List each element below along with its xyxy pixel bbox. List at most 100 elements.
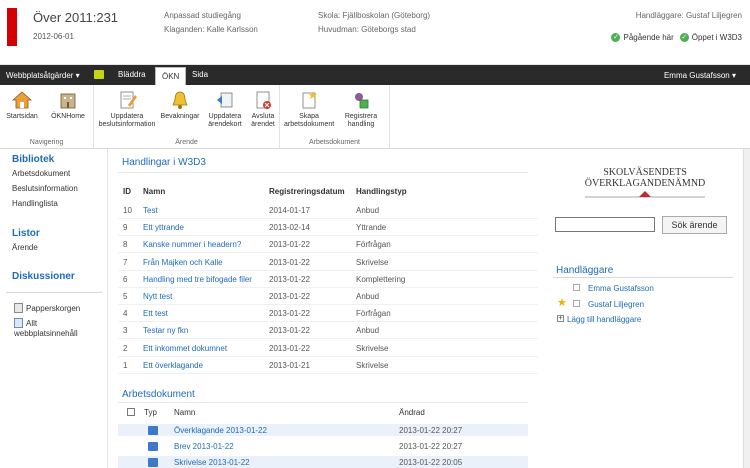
row-divider	[118, 270, 538, 271]
handler-emma[interactable]: Emma Gustafsson	[588, 284, 654, 293]
document-name[interactable]: Ett överklagande	[143, 361, 203, 370]
handlers-heading: Handläggare	[556, 265, 614, 276]
home-icon	[11, 91, 33, 109]
handler-checkbox[interactable]	[573, 284, 580, 291]
site-actions-menu[interactable]: Webbplatsåtgärder ▾	[6, 71, 80, 80]
column-header-id[interactable]: ID	[123, 187, 131, 196]
select-all-checkbox[interactable]	[127, 408, 135, 416]
close-case-button[interactable]: Avsluta ärendet	[248, 89, 278, 129]
ribbon-group-label: Arbetsdokument	[309, 139, 360, 146]
page-scrollbar[interactable]	[743, 149, 750, 468]
ribbon-group-label: Ärende	[175, 139, 198, 146]
search-case-button[interactable]: Sök ärende	[662, 216, 727, 234]
update-decision-info-button[interactable]: Uppdatera beslutsinformation	[96, 89, 158, 129]
nav-item-doclist[interactable]: Handlinglista	[12, 199, 58, 208]
nav-head-discussions[interactable]: Diskussioner	[12, 271, 75, 282]
row-divider	[118, 321, 538, 322]
document-id: 5	[123, 292, 128, 301]
column-header-changed[interactable]: Ändrad	[399, 408, 425, 417]
section-title-documents: Handlingar i W3D3	[122, 157, 206, 168]
workdoc-name[interactable]: Överklagande 2013-01-22	[174, 426, 267, 435]
column-header-name[interactable]: Namn	[143, 187, 165, 196]
column-header-type[interactable]: Typ	[144, 408, 157, 417]
handler-checkbox[interactable]	[573, 300, 580, 307]
workdoc-name[interactable]: Skrivelse 2013-01-22	[174, 458, 250, 467]
nav-item-case[interactable]: Ärende	[12, 243, 38, 252]
case-handler: Handläggare: Gustaf Liljegren	[635, 11, 742, 20]
document-name[interactable]: Ett inkommet dokumnet	[143, 344, 227, 353]
document-type: Skrivelse	[356, 361, 389, 370]
folder-icon[interactable]	[94, 70, 104, 79]
document-id: 4	[123, 309, 128, 318]
row-divider	[118, 287, 538, 288]
update-case-card-button[interactable]: Uppdatera ärendekort	[202, 89, 248, 129]
word-document-icon	[148, 442, 158, 451]
register-document-button[interactable]: Registrera handling	[336, 89, 386, 129]
ribbon-group-case: Uppdatera beslutsinformation Bevakningar…	[94, 85, 280, 149]
left-navigation: Bibliotek Arbetsdokument Beslutsinformat…	[0, 149, 108, 468]
document-type: Skrivelse	[356, 344, 389, 353]
nav-item-workdocs[interactable]: Arbetsdokument	[12, 169, 70, 178]
document-name[interactable]: Ett yttrande	[143, 223, 184, 232]
row-divider	[118, 252, 538, 253]
document-name[interactable]: Ett test	[143, 309, 168, 318]
status-open[interactable]: Öppet i W3D3	[692, 33, 742, 42]
create-workdoc-button[interactable]: Skapa arbetsdokument	[284, 89, 334, 129]
section-divider	[118, 402, 528, 403]
document-type: Förfrågan	[356, 309, 391, 318]
document-name[interactable]: Handling med tre bifogade filer	[143, 275, 252, 284]
logo-emblem-icon	[585, 191, 705, 198]
nav-item-allcontent[interactable]: Allt	[26, 319, 37, 328]
document-name[interactable]: Kanske nummer i headern?	[143, 240, 241, 249]
building-icon	[60, 93, 76, 109]
document-regdate: 2013-01-22	[269, 258, 310, 267]
handler-gustaf[interactable]: Gustaf Liljegren	[588, 300, 644, 309]
tab-browse[interactable]: Bläddra	[112, 65, 152, 85]
okn-home-button[interactable]: ÖKNHome	[46, 89, 90, 121]
tab-page[interactable]: Sida	[186, 65, 214, 85]
word-document-icon	[148, 458, 158, 467]
add-icon: +	[557, 315, 564, 322]
document-type: Komplettering	[356, 275, 406, 284]
add-handler-link[interactable]: Lägg till handläggare	[567, 315, 641, 324]
nav-item-allcontent-2[interactable]: webbplatsinnehåll	[14, 329, 78, 338]
user-menu[interactable]: Emma Gustafsson ▾	[664, 71, 736, 80]
document-regdate: 2013-01-22	[269, 326, 310, 335]
star-icon: ★	[557, 297, 567, 309]
home-button[interactable]: Startsidan	[2, 89, 42, 121]
table-row[interactable]: Skrivelse 2013-01-22 2013-01-22 20:05	[118, 456, 528, 468]
row-divider	[118, 373, 538, 374]
case-marker	[7, 8, 17, 46]
document-name[interactable]: Testar ny fkn	[143, 326, 188, 335]
workdoc-name[interactable]: Brev 2013-01-22	[174, 442, 234, 451]
case-search-input[interactable]	[555, 217, 655, 232]
case-status: ✓ Pågående här ✓ Öppet i W3D3	[611, 33, 742, 42]
status-ongoing: Pågående här	[623, 33, 674, 42]
watches-button[interactable]: Bevakningar	[160, 89, 200, 121]
document-regdate: 2013-01-21	[269, 361, 310, 370]
nav-head-library[interactable]: Bibliotek	[12, 154, 54, 165]
column-header-regdate[interactable]: Registreringsdatum	[269, 187, 345, 196]
workdoc-changed: 2013-01-22 20:05	[399, 458, 463, 467]
nav-item-recycle[interactable]: Papperskorgen	[26, 304, 80, 313]
nav-item-decisioninfo[interactable]: Beslutsinformation	[12, 184, 78, 193]
document-name[interactable]: Nytt test	[143, 292, 172, 301]
table-row[interactable]: Brev 2013-01-22 2013-01-22 20:27	[118, 440, 528, 452]
case-date: 2012-06-01	[33, 32, 74, 41]
case-header: Över 2011:231 2012-06-01 Anpassad studie…	[0, 0, 750, 65]
tab-okn[interactable]: ÖKN	[155, 67, 187, 85]
document-name[interactable]: Från Majken och Kalle	[143, 258, 223, 267]
ribbon: Startsidan ÖKNHome Navigering Uppdatera …	[0, 85, 750, 149]
workdoc-changed: 2013-01-22 20:27	[399, 442, 463, 451]
column-header-doctype[interactable]: Handlingstyp	[356, 187, 407, 196]
table-row[interactable]: Överklagande 2013-01-22 2013-01-22 20:27	[118, 424, 528, 436]
document-id: 3	[123, 326, 128, 335]
nav-head-lists[interactable]: Listor	[12, 228, 40, 239]
row-divider	[118, 304, 538, 305]
check-icon: ✓	[611, 33, 621, 42]
column-header-docname[interactable]: Namn	[174, 408, 195, 417]
case-title: Över 2011:231	[33, 10, 119, 25]
document-name[interactable]: Test	[143, 206, 158, 215]
document-regdate: 2013-01-22	[269, 344, 310, 353]
document-id: 7	[123, 258, 128, 267]
